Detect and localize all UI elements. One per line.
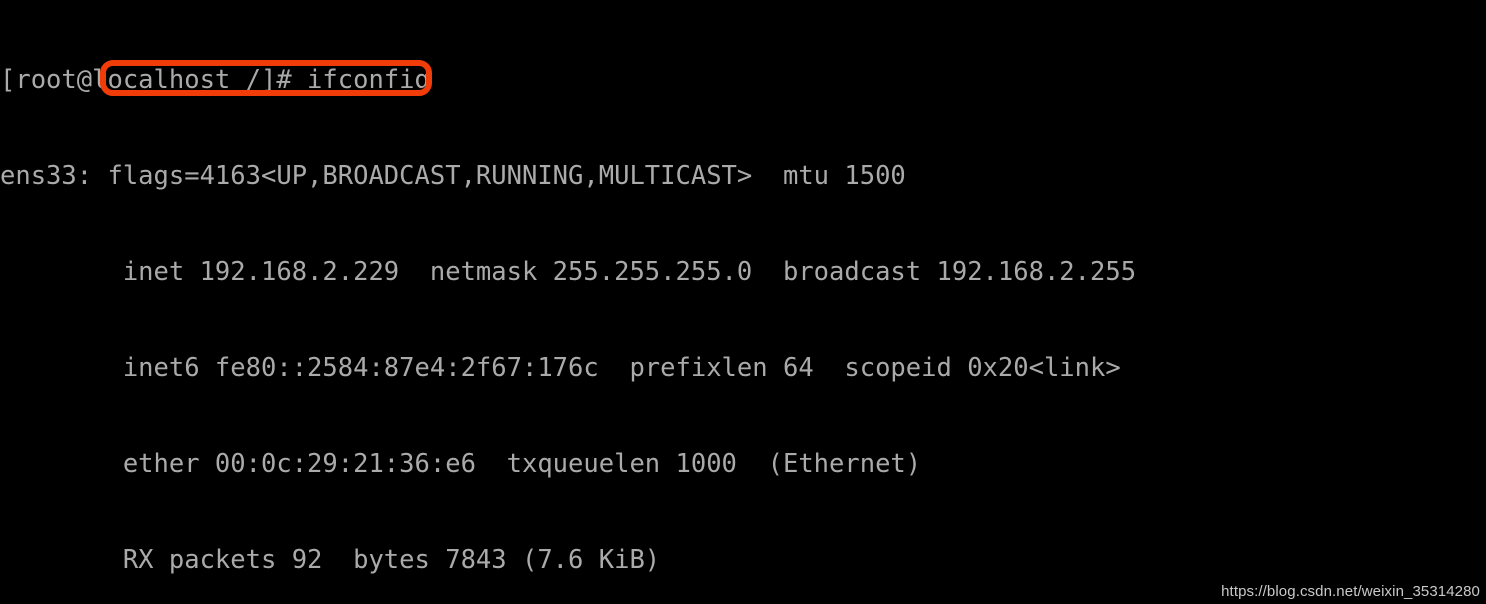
terminal-output[interactable]: [root@localhost /]# ifconfig ens33: flag… [0,0,1486,604]
terminal-line-ens33-rx-packets: RX packets 92 bytes 7843 (7.6 KiB) [0,545,661,575]
terminal-line-ens33-inet6: inet6 fe80::2584:87e4:2f67:176c prefixle… [0,353,1121,383]
terminal-line-ens33-inet: inet 192.168.2.229 netmask 255.255.255.0… [0,257,1137,287]
blog-watermark: https://blog.csdn.net/weixin_35314280 [1221,583,1480,600]
terminal-line-prompt: [root@localhost /]# ifconfig [0,65,430,95]
terminal-line-ens33-flags: ens33: flags=4163<UP,BROADCAST,RUNNING,M… [0,161,906,191]
terminal-screen: [root@localhost /]# ifconfig ens33: flag… [0,0,1486,604]
terminal-line-ens33-ether: ether 00:0c:29:21:36:e6 txqueuelen 1000 … [0,449,922,479]
